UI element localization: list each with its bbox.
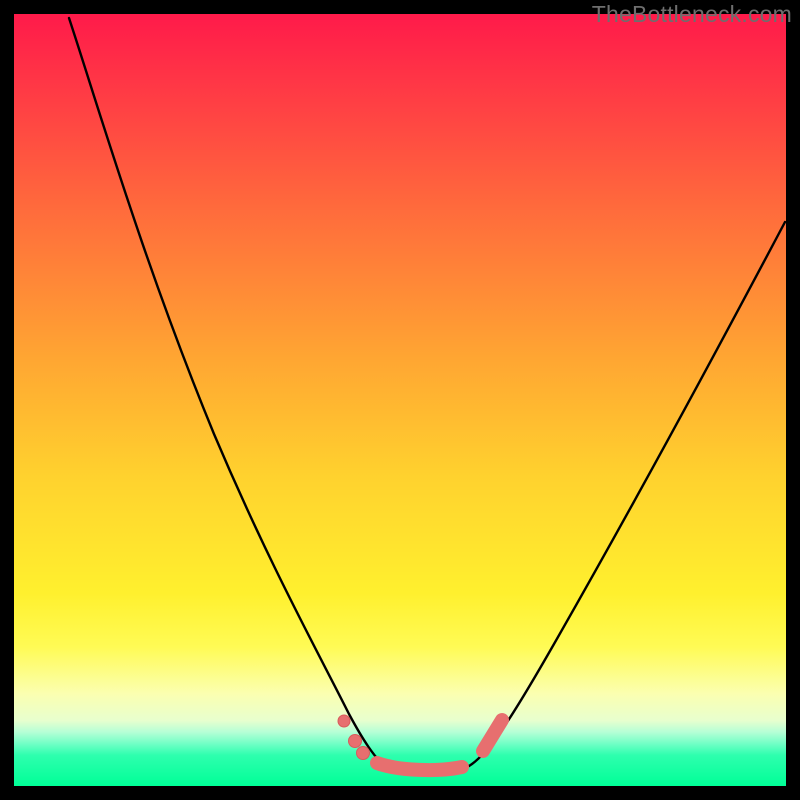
watermark-text: TheBottleneck.com	[592, 1, 792, 28]
trough-marker-dot	[357, 747, 370, 760]
bottleneck-curve	[14, 14, 786, 786]
curve-left-arm	[69, 18, 384, 766]
trough-marker-capsule-right	[483, 720, 502, 751]
trough-marker-dot	[338, 715, 350, 727]
chart-plot-area	[14, 14, 786, 786]
trough-marker-capsule	[377, 763, 462, 770]
trough-marker-dot	[349, 735, 362, 748]
curve-right-arm	[469, 222, 785, 766]
